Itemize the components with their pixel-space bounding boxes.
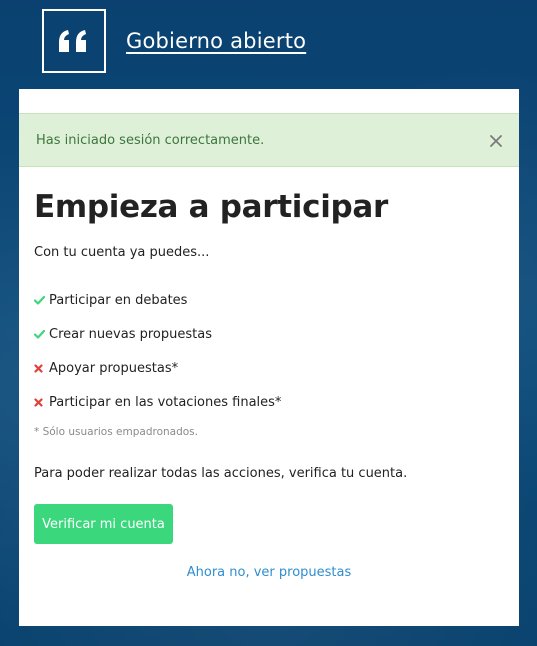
site-header: Gobierno abierto <box>42 8 306 73</box>
close-icon[interactable] <box>489 133 503 147</box>
list-item-label: Apoyar propuestas* <box>49 360 179 376</box>
verify-account-button[interactable]: Verificar mi cuenta <box>34 504 173 544</box>
list-item-label: Crear nuevas propuestas <box>49 326 212 342</box>
abilities-list: Participar en debates Crear nuevas propu… <box>34 283 281 419</box>
list-item: Participar en las votaciones finales* <box>34 385 281 419</box>
check-icon <box>34 295 49 305</box>
verify-instructions: Para poder realizar todas las acciones, … <box>34 466 408 481</box>
site-title-link[interactable]: Gobierno abierto <box>126 29 306 53</box>
logo[interactable] <box>42 8 106 73</box>
quote-icon <box>59 29 86 52</box>
list-item: Apoyar propuestas* <box>34 351 281 385</box>
page-title: Empieza a participar <box>34 189 389 225</box>
check-icon <box>34 329 49 339</box>
alert-message: Has iniciado sesión correctamente. <box>36 132 265 148</box>
cross-icon <box>34 363 49 373</box>
list-item: Participar en debates <box>34 283 281 317</box>
skip-link[interactable]: Ahora no, ver propuestas <box>19 565 519 580</box>
list-item-label: Participar en debates <box>49 292 188 308</box>
list-item-label: Participar en las votaciones finales* <box>49 394 282 410</box>
success-alert: Has iniciado sesión correctamente. <box>19 113 519 167</box>
welcome-card: Has iniciado sesión correctamente. Empie… <box>19 89 519 626</box>
footnote: * Sólo usuarios empadronados. <box>34 426 198 438</box>
intro-text: Con tu cuenta ya puedes... <box>34 245 210 260</box>
cross-icon <box>34 397 49 407</box>
list-item: Crear nuevas propuestas <box>34 317 281 351</box>
